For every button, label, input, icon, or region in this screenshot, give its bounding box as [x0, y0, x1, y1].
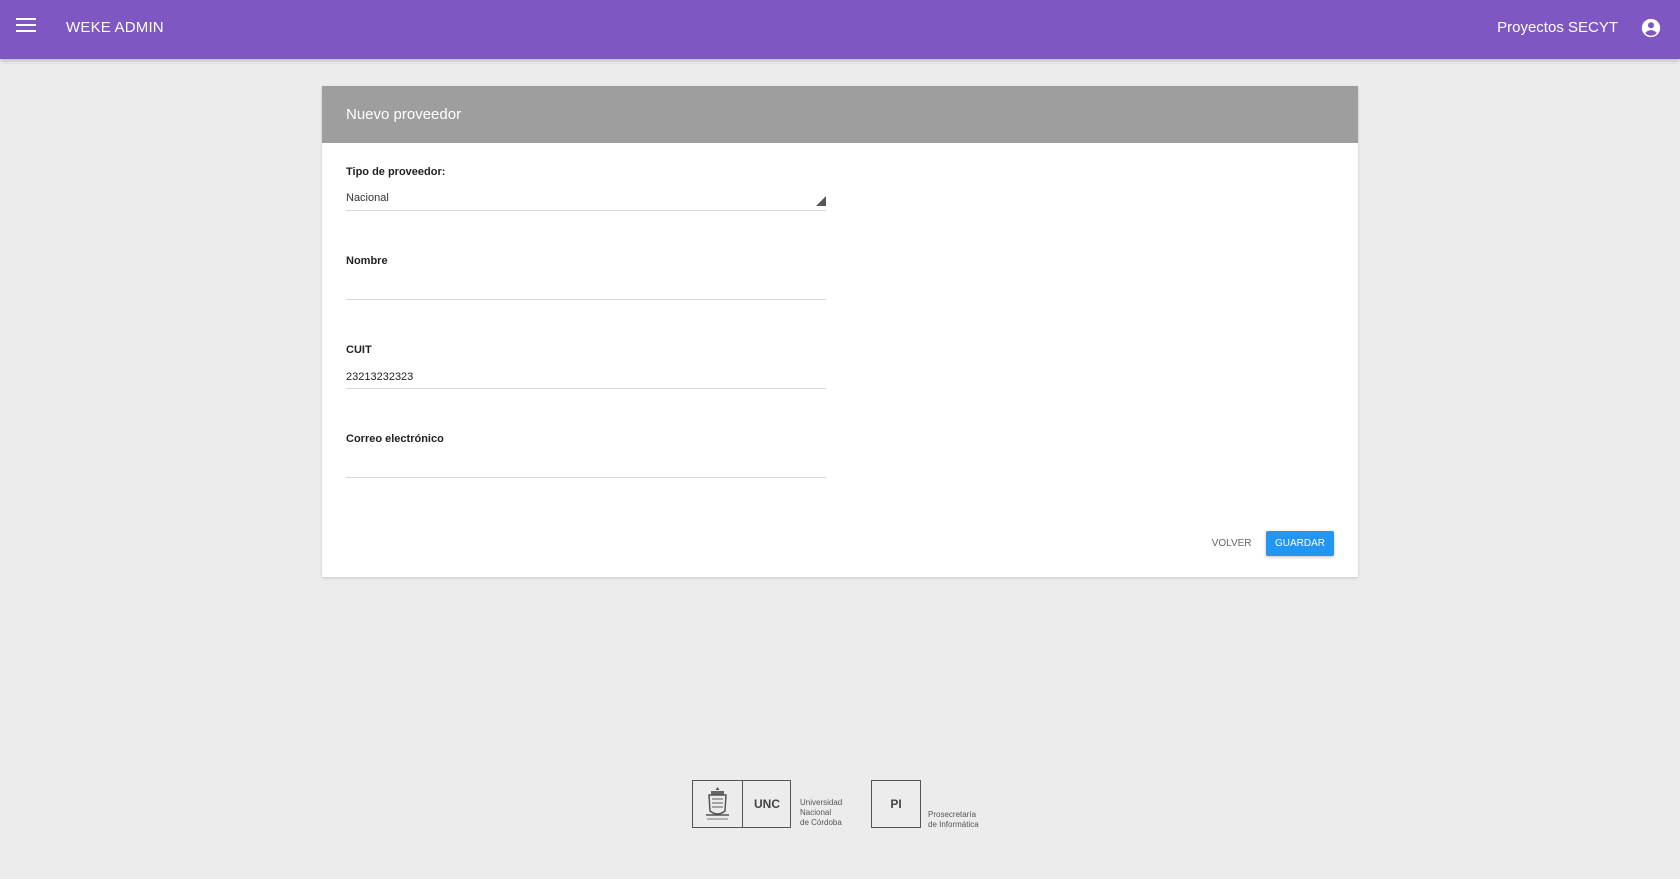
cuit-input[interactable] [346, 368, 826, 386]
form-actions: VOLVER GUARDAR [1210, 531, 1334, 556]
provider-type-select[interactable]: Nacional [346, 190, 826, 211]
provider-type-value: Nacional [346, 192, 389, 204]
cuit-field: CUIT [346, 344, 826, 389]
unc-name: Universidad Nacional de Córdoba [800, 798, 843, 827]
unc-logo: UNC [692, 780, 791, 828]
footer-logos: UNC Universidad Nacional de Córdoba PI P… [692, 780, 992, 832]
select-arrow-icon [816, 196, 826, 206]
unc-seal-icon [693, 781, 743, 827]
name-input[interactable] [346, 279, 826, 297]
project-selector[interactable]: Proyectos SECYT [1497, 19, 1618, 36]
pi-name: Prosecretaría de Informática [928, 810, 979, 829]
new-provider-card: Nuevo proveedor Tipo de proveedor: Nacio… [322, 86, 1358, 577]
email-input[interactable] [346, 457, 826, 475]
pi-logo: PI [871, 780, 921, 828]
back-button[interactable]: VOLVER [1210, 532, 1254, 555]
account-circle-icon[interactable] [1640, 17, 1662, 39]
provider-type-label: Tipo de proveedor: [346, 166, 446, 178]
email-label: Correo electrónico [346, 433, 444, 445]
app-title: WEKE ADMIN [66, 19, 164, 36]
top-app-bar: WEKE ADMIN Proyectos SECYT [0, 0, 1680, 59]
name-field: Nombre [346, 255, 826, 300]
email-field: Correo electrónico [346, 433, 826, 478]
cuit-label: CUIT [346, 344, 372, 356]
unc-abbr: UNC [754, 797, 780, 811]
save-button[interactable]: GUARDAR [1265, 531, 1334, 556]
name-label: Nombre [346, 255, 388, 267]
card-title: Nuevo proveedor [322, 86, 1358, 143]
menu-icon[interactable] [16, 18, 36, 34]
provider-type-field: Tipo de proveedor: Nacional [346, 166, 826, 211]
